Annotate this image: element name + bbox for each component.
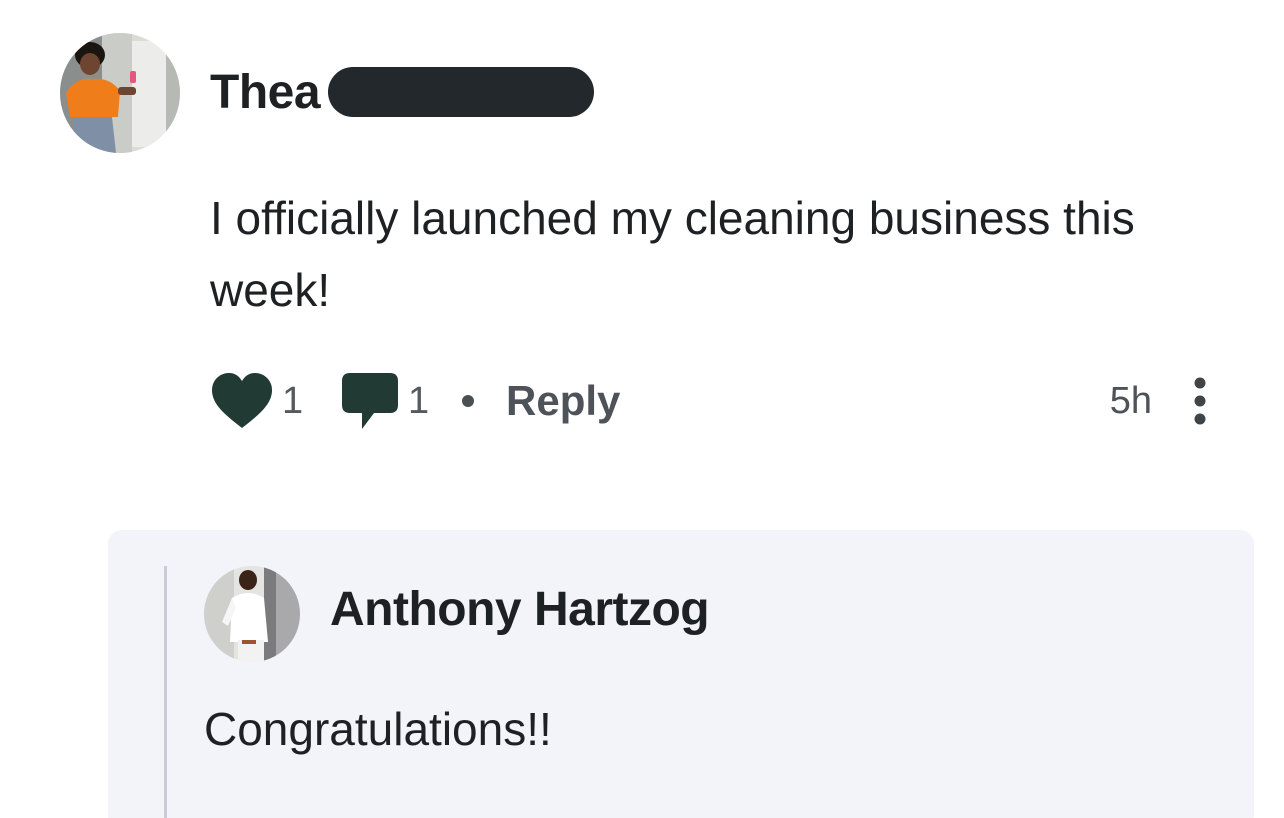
post-actions-bar: 1 1 Reply 5h: [210, 368, 1220, 434]
timestamp-label: 5h: [1109, 379, 1152, 422]
vertical-ellipsis-icon[interactable]: [1180, 368, 1220, 434]
post-timestamp: 5h: [1110, 368, 1152, 434]
post-author-row: Thea: [210, 62, 595, 122]
reply-author-name[interactable]: Anthony Hartzog: [330, 582, 710, 637]
post-author-name[interactable]: Thea: [210, 65, 321, 120]
post-body-text: I officially launched my cleaning busine…: [210, 192, 1135, 316]
like-count: 1: [282, 379, 304, 422]
redacted-surname-bar: [328, 67, 595, 117]
avatar-photo-icon: [60, 33, 180, 153]
reply-button[interactable]: Reply: [506, 368, 620, 434]
speech-bubble-icon[interactable]: [340, 371, 400, 431]
comment-group: 1: [340, 368, 429, 434]
avatar-photo-icon: [204, 566, 300, 662]
post-author-avatar[interactable]: [60, 33, 180, 153]
reply-button-label: Reply: [506, 377, 621, 424]
reply-thread-panel: Anthony Hartzog Congratulations!!: [108, 530, 1254, 818]
reply-author-avatar[interactable]: [204, 566, 300, 662]
heart-icon[interactable]: [210, 372, 274, 430]
reply-body-text: Congratulations!!: [204, 703, 552, 755]
thread-indent-line: [164, 566, 167, 818]
like-group: 1: [210, 368, 303, 434]
comment-count: 1: [408, 379, 430, 422]
separator-dot: [462, 368, 474, 434]
